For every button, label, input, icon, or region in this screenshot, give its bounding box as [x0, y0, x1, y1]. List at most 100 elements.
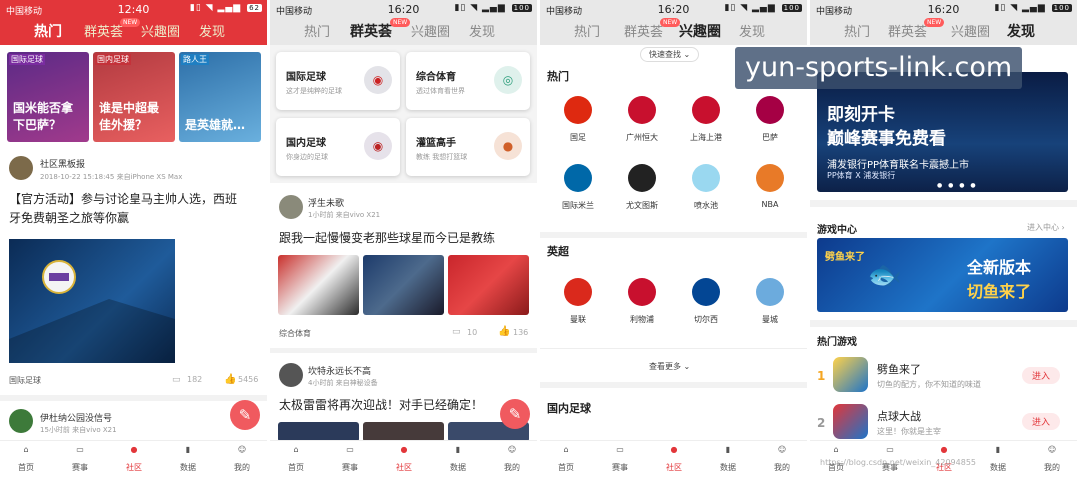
- nav-home[interactable]: ⌂ 首页: [6, 445, 46, 473]
- circle-card[interactable]: 国际足球 这才是纯粹的足球 ◉: [276, 52, 400, 110]
- avatar[interactable]: [279, 363, 303, 387]
- team-item[interactable]: 喷水池: [678, 160, 734, 220]
- tab-discover[interactable]: 发现: [199, 21, 225, 40]
- enter-game-button[interactable]: 进入: [1022, 413, 1061, 430]
- post-category[interactable]: 综合体育: [279, 328, 311, 339]
- post-image[interactable]: [278, 255, 359, 315]
- post-image[interactable]: [363, 422, 444, 442]
- tab-hot[interactable]: 热门: [574, 21, 600, 40]
- tab-hot[interactable]: 热门: [844, 21, 870, 40]
- nav-me[interactable]: ☺ 我的: [1032, 445, 1072, 473]
- see-more-button[interactable]: 查看更多 ⌄: [649, 361, 690, 372]
- game-name[interactable]: 劈鱼来了: [877, 361, 921, 377]
- quick-find-dropdown[interactable]: 快速查找 ⌄: [640, 47, 700, 62]
- post-image[interactable]: [363, 255, 444, 315]
- tab-heroes[interactable]: 群英荟: [350, 21, 392, 41]
- banner-card[interactable]: 国内足球 谁是中超最 佳外援？: [93, 52, 175, 142]
- team-item[interactable]: 曼城: [742, 274, 798, 334]
- tab-heroes[interactable]: 群英荟: [84, 21, 123, 40]
- tab-interest[interactable]: 兴趣圈: [679, 21, 721, 41]
- post-author[interactable]: 坎特永远长不高: [308, 364, 371, 377]
- nav-matches[interactable]: ▭ 赛事: [330, 445, 370, 473]
- nav-home[interactable]: ⌂ 首页: [276, 445, 316, 473]
- tab-interest[interactable]: 兴趣圈: [141, 21, 180, 40]
- game-banner-title: 全新版本: [967, 258, 1032, 277]
- post-title[interactable]: 太极雷雷将再次迎战！对手已经确定！: [279, 396, 483, 413]
- post-author[interactable]: 浮生未歌: [308, 196, 344, 209]
- enter-game-button[interactable]: 进入: [1022, 367, 1061, 384]
- tab-heroes[interactable]: 群英荟: [624, 21, 663, 40]
- post-image[interactable]: [448, 255, 529, 315]
- enter-center-label: 进入中心: [1027, 223, 1059, 232]
- nav-data[interactable]: ▮ 数据: [978, 445, 1018, 473]
- banner-card[interactable]: 路人王 是英雄就…: [179, 52, 261, 142]
- nav-me[interactable]: ☺ 我的: [762, 445, 802, 473]
- circle-name: 国内足球: [286, 138, 326, 149]
- home-icon: ⌂: [563, 445, 569, 454]
- nav-data[interactable]: ▮ 数据: [438, 445, 478, 473]
- post-title[interactable]: 【官方活动】参与讨论皇马主帅人选，西班: [9, 190, 237, 207]
- post-image[interactable]: [9, 239, 175, 363]
- team-item[interactable]: 上海上港: [678, 92, 734, 152]
- nav-community[interactable]: ● 社区: [654, 445, 694, 473]
- nav-community[interactable]: ● 社区: [114, 445, 154, 473]
- game-banner[interactable]: 劈鱼来了 🐟 全新版本 切鱼来了: [817, 238, 1068, 312]
- tab-interest[interactable]: 兴趣圈: [951, 21, 990, 40]
- post-image[interactable]: [278, 422, 359, 442]
- nav-label: 数据: [180, 463, 196, 472]
- nav-me[interactable]: ☺ 我的: [222, 445, 262, 473]
- comment-icon[interactable]: ▭: [452, 327, 461, 337]
- compose-button[interactable]: ✎: [500, 399, 530, 429]
- comment-icon[interactable]: ▭: [172, 375, 181, 385]
- nav-home[interactable]: ⌂ 首页: [546, 445, 586, 473]
- team-item[interactable]: NBA: [742, 160, 798, 220]
- site-watermark: yun-sports-link.com: [735, 47, 1023, 89]
- new-badge: NEW: [120, 18, 141, 27]
- nav-matches[interactable]: ▭ 赛事: [600, 445, 640, 473]
- team-item[interactable]: 巴萨: [742, 92, 798, 152]
- team-item[interactable]: 切尔西: [678, 274, 734, 334]
- team-item[interactable]: 利物浦: [614, 274, 670, 334]
- tab-discover[interactable]: 发现: [469, 21, 495, 40]
- game-name[interactable]: 点球大战: [877, 408, 921, 424]
- tab-discover[interactable]: 发现: [739, 21, 765, 40]
- banner-card[interactable]: 国际足球 国米能否拿 下巴萨？: [7, 52, 89, 142]
- tab-discover[interactable]: 发现: [1007, 21, 1035, 41]
- tab-hot[interactable]: 热门: [304, 21, 330, 40]
- compose-button[interactable]: ✎: [230, 400, 260, 430]
- nav-me[interactable]: ☺ 我的: [492, 445, 532, 473]
- promo-banner[interactable]: 即刻开卡 巅峰赛事免费看 浦发银行PP体育联名卡震撼上市 PP体育 X 浦发银行…: [817, 72, 1068, 192]
- tab-hot[interactable]: 热门: [34, 21, 62, 41]
- carousel-dots[interactable]: ● ● ● ●: [937, 182, 978, 189]
- post-category[interactable]: 国际足球: [9, 375, 41, 386]
- circle-card[interactable]: 国内足球 你身边的足球 ◉: [276, 118, 400, 176]
- post-author[interactable]: 社区黑板报: [40, 157, 85, 170]
- screen-hot: 中国移动 12:40 ▮▯ ◥ ▂▄▆ 62 热门 群英荟 NEW 兴趣圈 发现…: [0, 0, 267, 478]
- nav-data[interactable]: ▮ 数据: [168, 445, 208, 473]
- avatar[interactable]: [279, 195, 303, 219]
- circle-card[interactable]: 灌篮高手 教练 我想打篮球 ●: [406, 118, 530, 176]
- team-item[interactable]: 尤文图斯: [614, 160, 670, 220]
- avatar[interactable]: [9, 409, 33, 433]
- tab-heroes[interactable]: 群英荟: [888, 21, 927, 40]
- nav-matches[interactable]: ▭ 赛事: [60, 445, 100, 473]
- post-title[interactable]: 牙免费朝圣之旅等你赢: [9, 209, 129, 226]
- like-icon[interactable]: 👍: [498, 326, 510, 337]
- nav-community[interactable]: ● 社区: [384, 445, 424, 473]
- game-icon[interactable]: [833, 404, 868, 439]
- post-title[interactable]: 跟我一起慢慢变老那些球星而今已是教练: [279, 229, 495, 246]
- like-icon[interactable]: 👍: [224, 374, 236, 385]
- game-icon[interactable]: [833, 357, 868, 392]
- footer-watermark: https://blog.csdn.net/weixin_42094855: [820, 458, 977, 467]
- enter-center-link[interactable]: 进入中心 ›: [1027, 222, 1065, 233]
- post-author[interactable]: 伊杜纳公园没信号: [40, 411, 112, 424]
- team-item[interactable]: 曼联: [550, 274, 606, 334]
- circle-card[interactable]: 综合体育 透过体育看世界 ◎: [406, 52, 530, 110]
- tab-interest[interactable]: 兴趣圈: [411, 21, 450, 40]
- game-rank: 1: [817, 369, 826, 383]
- nav-data[interactable]: ▮ 数据: [708, 445, 748, 473]
- team-item[interactable]: 国际米兰: [550, 160, 606, 220]
- team-item[interactable]: 广州恒大: [614, 92, 670, 152]
- team-item[interactable]: 国足: [550, 92, 606, 152]
- avatar[interactable]: [9, 156, 33, 180]
